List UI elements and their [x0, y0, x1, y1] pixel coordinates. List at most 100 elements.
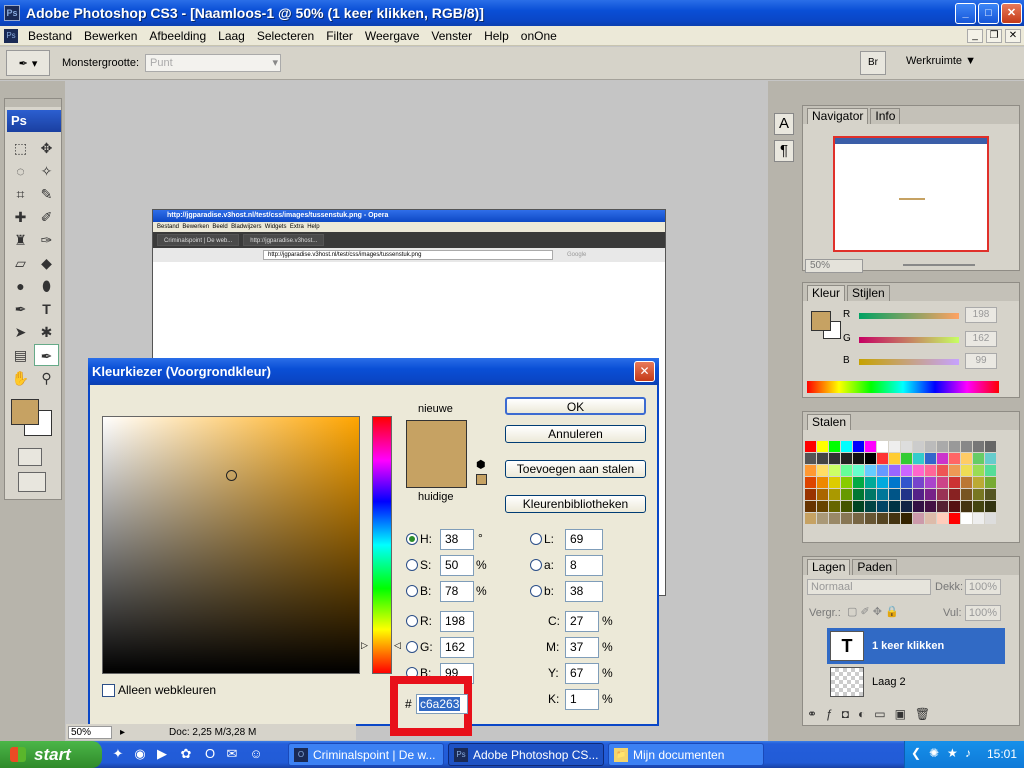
eraser-tool-icon[interactable]: ▱ — [8, 252, 33, 274]
swatch-cell[interactable] — [877, 513, 888, 524]
swatch-cell[interactable] — [817, 513, 828, 524]
crop-tool-icon[interactable]: ⌗ — [8, 183, 33, 205]
swatch-cell[interactable] — [865, 465, 876, 476]
swatch-cell[interactable] — [829, 453, 840, 464]
swatch-cell[interactable] — [841, 453, 852, 464]
swatch-cell[interactable] — [985, 453, 996, 464]
swatch-cell[interactable] — [805, 465, 816, 476]
swatch-cell[interactable] — [889, 465, 900, 476]
fill-field[interactable]: 100% — [965, 605, 1001, 621]
navigator-zoom-slider[interactable] — [903, 264, 975, 266]
screen-mode-button[interactable] — [18, 472, 46, 492]
swatch-cell[interactable] — [973, 501, 984, 512]
status-arrow-icon[interactable]: ▸ — [120, 727, 125, 738]
swatch-cell[interactable] — [805, 441, 816, 452]
swatch-cell[interactable] — [973, 465, 984, 476]
lasso-tool-icon[interactable]: ◌ — [8, 160, 33, 182]
h-input[interactable]: 38 — [440, 529, 474, 550]
swatch-cell[interactable] — [853, 477, 864, 488]
quicklaunch-messenger-icon[interactable]: ☺ — [248, 746, 264, 762]
swatch-cell[interactable] — [865, 501, 876, 512]
lock-icons[interactable]: ▢ ✐ ✥ 🔒 — [847, 605, 899, 618]
y-input[interactable]: 67 — [565, 663, 599, 684]
swatch-cell[interactable] — [937, 489, 948, 500]
tab-stijlen[interactable]: Stijlen — [847, 285, 890, 301]
swatch-cell[interactable] — [877, 501, 888, 512]
swatch-cell[interactable] — [949, 513, 960, 524]
swatch-cell[interactable] — [913, 513, 924, 524]
eyedropper-tool-icon[interactable]: ✒ — [34, 344, 59, 366]
menu-filter[interactable]: Filter — [320, 29, 359, 43]
m-input[interactable]: 37 — [565, 637, 599, 658]
swatch-cell[interactable] — [985, 501, 996, 512]
swatch-cell[interactable] — [961, 441, 972, 452]
radio-h[interactable] — [406, 533, 418, 545]
color-field-marker[interactable] — [226, 470, 237, 481]
lab-b-input[interactable]: 38 — [565, 581, 603, 602]
doc-close-button[interactable]: ✕ — [1005, 28, 1021, 43]
maximize-button[interactable]: □ — [978, 2, 999, 24]
close-button[interactable]: ✕ — [1001, 2, 1022, 24]
swatch-cell[interactable] — [901, 489, 912, 500]
tab-kleur[interactable]: Kleur — [807, 285, 846, 301]
swatch-cell[interactable] — [889, 441, 900, 452]
dialog-close-button[interactable]: ✕ — [634, 361, 655, 382]
swatch-cell[interactable] — [985, 441, 996, 452]
color-spectrum-bar[interactable] — [807, 381, 999, 393]
menu-selecteren[interactable]: Selecteren — [251, 29, 320, 43]
swatch-cell[interactable] — [925, 453, 936, 464]
swatch-cell[interactable] — [817, 489, 828, 500]
swatch-cell[interactable] — [829, 441, 840, 452]
swatch-cell[interactable] — [901, 477, 912, 488]
swatch-cell[interactable] — [985, 477, 996, 488]
swatch-cell[interactable] — [949, 501, 960, 512]
tray-volume-icon[interactable]: ♪ — [965, 746, 971, 760]
channel-g-slider[interactable] — [859, 337, 959, 343]
blur-tool-icon[interactable]: ● — [8, 275, 33, 297]
tool-preset-picker[interactable]: ✒ ▾ — [6, 50, 50, 76]
cube-icon[interactable]: ⬢ — [476, 458, 486, 471]
panel-foreground-swatch[interactable] — [811, 311, 831, 331]
menu-bewerken[interactable]: Bewerken — [78, 29, 143, 43]
layer-row[interactable]: Laag 2 — [827, 664, 1005, 700]
clock[interactable]: 15:01 — [987, 747, 1017, 761]
s-input[interactable]: 50 — [440, 555, 474, 576]
menu-bestand[interactable]: Bestand — [22, 29, 78, 43]
path-selection-tool-icon[interactable]: ➤ — [8, 321, 33, 343]
swatch-cell[interactable] — [817, 477, 828, 488]
swatch-cell[interactable] — [853, 465, 864, 476]
quick-mask-button[interactable] — [18, 448, 42, 466]
swatch-cell[interactable] — [961, 513, 972, 524]
menu-laag[interactable]: Laag — [212, 29, 251, 43]
swatch-cell[interactable] — [973, 477, 984, 488]
channel-r-slider[interactable] — [859, 313, 959, 319]
k-input[interactable]: 1 — [565, 689, 599, 710]
zoom-tool-icon[interactable]: ⚲ — [34, 367, 59, 389]
swatch-cell[interactable] — [865, 477, 876, 488]
swatch-cell[interactable] — [865, 513, 876, 524]
swatch-cell[interactable] — [901, 465, 912, 476]
swatch-cell[interactable] — [985, 489, 996, 500]
swatch-cell[interactable] — [877, 465, 888, 476]
layers-panel-footer-icons[interactable]: ⚭ƒ◘◐▭▣🗑 — [807, 707, 1015, 723]
tab-stalen[interactable]: Stalen — [807, 414, 852, 430]
swatch-cell[interactable] — [841, 501, 852, 512]
swatch-cell[interactable] — [937, 465, 948, 476]
swatch-cell[interactable] — [973, 441, 984, 452]
swatch-cell[interactable] — [949, 489, 960, 500]
radio-l[interactable] — [530, 533, 542, 545]
swatch-cell[interactable] — [901, 453, 912, 464]
cancel-button[interactable]: Annuleren — [505, 425, 646, 443]
swatch-cell[interactable] — [937, 501, 948, 512]
swatch-cell[interactable] — [889, 453, 900, 464]
swatch-cell[interactable] — [949, 477, 960, 488]
swatch-cell[interactable] — [973, 513, 984, 524]
pen-tool-icon[interactable]: ✒ — [8, 298, 33, 320]
blend-mode-select[interactable]: Normaal — [807, 579, 931, 595]
swatch-cell[interactable] — [817, 453, 828, 464]
swatch-cell[interactable] — [925, 513, 936, 524]
paint-bucket-tool-icon[interactable]: ◆ — [34, 252, 59, 274]
swatch-cell[interactable] — [985, 465, 996, 476]
web-safe-color-swatch[interactable] — [476, 474, 487, 485]
swatch-cell[interactable] — [805, 501, 816, 512]
